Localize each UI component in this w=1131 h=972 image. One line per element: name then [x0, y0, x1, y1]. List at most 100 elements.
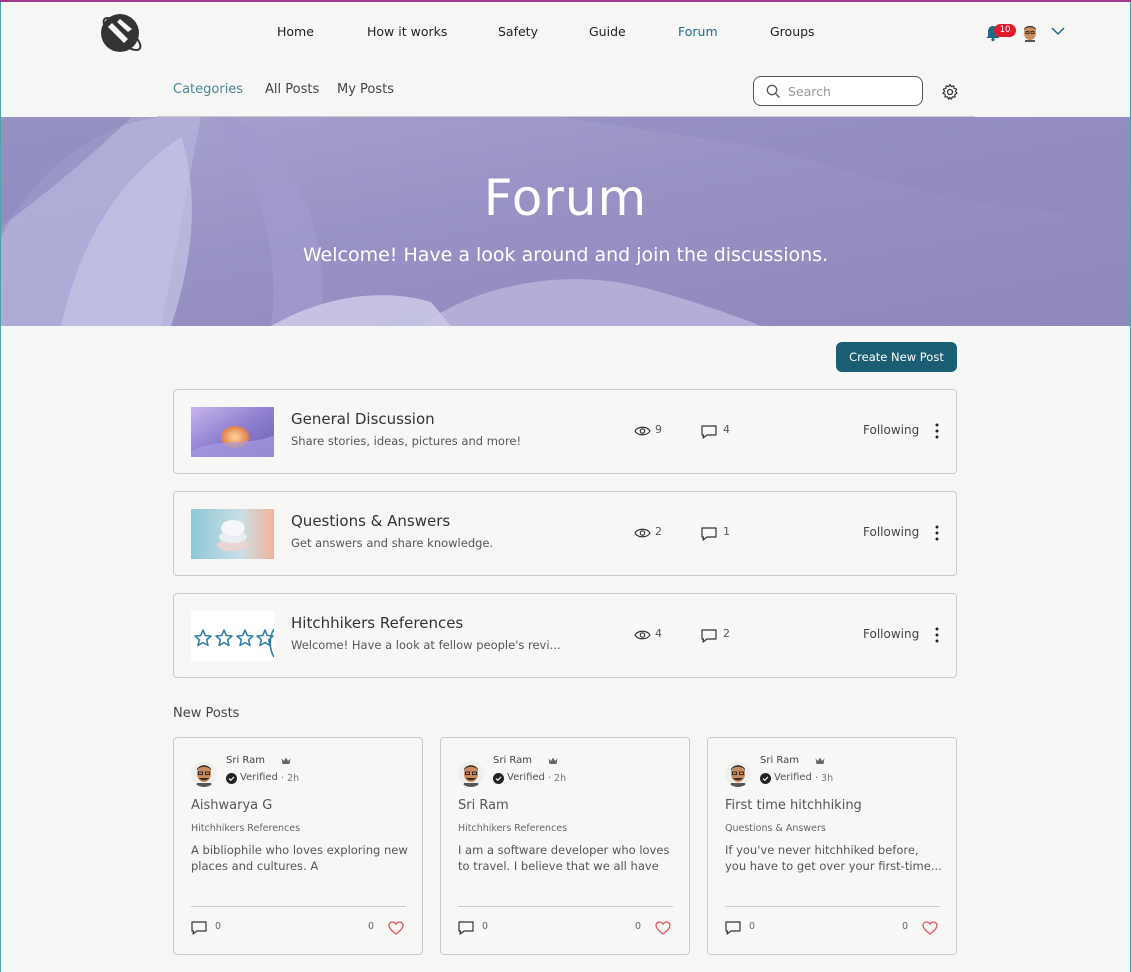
nav-guide[interactable]: Guide [589, 24, 626, 39]
following-toggle[interactable]: Following [863, 627, 919, 641]
post-author[interactable]: Sri Ram [760, 755, 799, 766]
post-category[interactable]: Hitchhikers References [458, 823, 567, 834]
post-excerpt: I am a software developer who loves to t… [458, 843, 670, 873]
post-author[interactable]: Sri Ram [226, 755, 265, 766]
category-thumbnail [191, 407, 274, 457]
comment-icon [701, 527, 717, 541]
following-toggle[interactable]: Following [863, 423, 919, 437]
post-likes: 0 [635, 920, 671, 936]
search-icon [766, 84, 780, 98]
verified-icon [493, 773, 504, 784]
author-avatar-icon[interactable] [191, 761, 217, 787]
notification-badge: 10 [994, 24, 1016, 37]
more-options-icon[interactable] [930, 422, 944, 440]
post-likes: 0 [902, 920, 938, 936]
likes-count: 0 [902, 921, 909, 932]
comments-count: 1 [723, 525, 730, 538]
post-card[interactable]: Sri Ram Verified · 2h Aishwarya G Hitchh… [173, 737, 423, 955]
new-posts-heading: New Posts [173, 706, 240, 721]
comments-count: 0 [482, 921, 489, 932]
comment-icon [725, 921, 741, 935]
post-title[interactable]: Sri Ram [458, 798, 509, 813]
category-card-general-discussion[interactable]: General Discussion Share stories, ideas,… [173, 389, 957, 474]
eye-icon [634, 630, 651, 640]
search-input[interactable] [788, 82, 913, 100]
comment-icon [701, 629, 717, 643]
post-title[interactable]: Aishwarya G [191, 798, 272, 813]
site-logo[interactable] [98, 11, 146, 55]
eye-icon [634, 528, 651, 538]
comment-icon [458, 921, 474, 935]
hero-banner: Forum Welcome! Have a look around and jo… [1, 117, 1130, 326]
nav-how-it-works[interactable]: How it works [367, 24, 447, 39]
verified-icon [760, 773, 771, 784]
post-category[interactable]: Questions & Answers [725, 823, 826, 834]
post-card[interactable]: Sri Ram Verified · 2h Sri Ram Hitchhiker… [440, 737, 690, 955]
verified-label: Verified [507, 772, 545, 783]
category-card-questions-answers[interactable]: Questions & Answers Get answers and shar… [173, 491, 957, 576]
heart-icon[interactable] [388, 921, 404, 935]
nav-forum[interactable]: Forum [678, 24, 718, 39]
more-options-icon[interactable] [930, 626, 944, 644]
verified-icon [226, 773, 237, 784]
more-options-icon[interactable] [930, 524, 944, 542]
comments-count: 0 [749, 921, 756, 932]
category-card-hitchhikers-references[interactable]: Hitchhikers References Welcome! Have a l… [173, 593, 957, 678]
post-likes: 0 [368, 920, 404, 936]
crown-icon [281, 757, 291, 764]
chevron-down-icon[interactable] [1051, 26, 1065, 36]
following-toggle[interactable]: Following [863, 525, 919, 539]
comments-count: 2 [723, 627, 730, 640]
comments-count: 4 [723, 423, 730, 436]
post-divider [191, 906, 406, 907]
post-time: · 3h [815, 773, 834, 784]
category-description: Share stories, ideas, pictures and more! [291, 434, 522, 448]
post-time: · 2h [281, 773, 300, 784]
crown-icon [548, 757, 558, 764]
crown-icon [815, 757, 825, 764]
post-divider [458, 906, 673, 907]
category-description: Welcome! Have a look at fellow people's … [291, 638, 561, 652]
author-avatar-icon[interactable] [725, 761, 751, 787]
post-excerpt: If you've never hitchhiked before, you h… [725, 843, 942, 873]
category-thumbnail [191, 509, 274, 559]
views-count: 9 [655, 423, 662, 436]
views-count: 4 [655, 627, 662, 640]
tab-all-posts[interactable]: All Posts [265, 82, 319, 97]
category-title[interactable]: Hitchhikers References [291, 614, 463, 632]
star-rating-thumbnail [191, 611, 274, 661]
views-count: 2 [655, 525, 662, 538]
search-box[interactable] [753, 76, 923, 106]
post-time: · 2h [548, 773, 567, 784]
tab-categories[interactable]: Categories [173, 82, 243, 97]
post-excerpt: A bibliophile who loves exploring new pl… [191, 843, 408, 873]
verified-label: Verified [774, 772, 812, 783]
category-description: Get answers and share knowledge. [291, 536, 494, 550]
comment-icon [191, 921, 207, 935]
comment-icon [701, 425, 717, 439]
author-avatar-icon[interactable] [458, 761, 484, 787]
heart-icon[interactable] [922, 921, 938, 935]
nav-safety[interactable]: Safety [498, 24, 538, 39]
post-card[interactable]: Sri Ram Verified · 3h First time hitchhi… [707, 737, 957, 955]
hero-title: Forum [483, 169, 648, 227]
hero-subtitle: Welcome! Have a look around and join the… [302, 244, 829, 266]
eye-icon [634, 426, 651, 436]
post-author[interactable]: Sri Ram [493, 755, 532, 766]
category-title[interactable]: General Discussion [291, 410, 435, 428]
category-title[interactable]: Questions & Answers [291, 512, 450, 530]
nav-groups[interactable]: Groups [770, 24, 815, 39]
post-category[interactable]: Hitchhikers References [191, 823, 300, 834]
gear-icon[interactable] [941, 83, 959, 101]
likes-count: 0 [368, 921, 375, 932]
post-title[interactable]: First time hitchhiking [725, 798, 862, 813]
heart-icon[interactable] [655, 921, 671, 935]
user-avatar-icon[interactable] [1021, 24, 1039, 42]
create-new-post-button[interactable]: Create New Post [836, 342, 957, 372]
likes-count: 0 [635, 921, 642, 932]
comments-count: 0 [215, 921, 222, 932]
tab-my-posts[interactable]: My Posts [337, 82, 394, 97]
verified-label: Verified [240, 772, 278, 783]
post-divider [725, 906, 940, 907]
nav-home[interactable]: Home [277, 24, 314, 39]
